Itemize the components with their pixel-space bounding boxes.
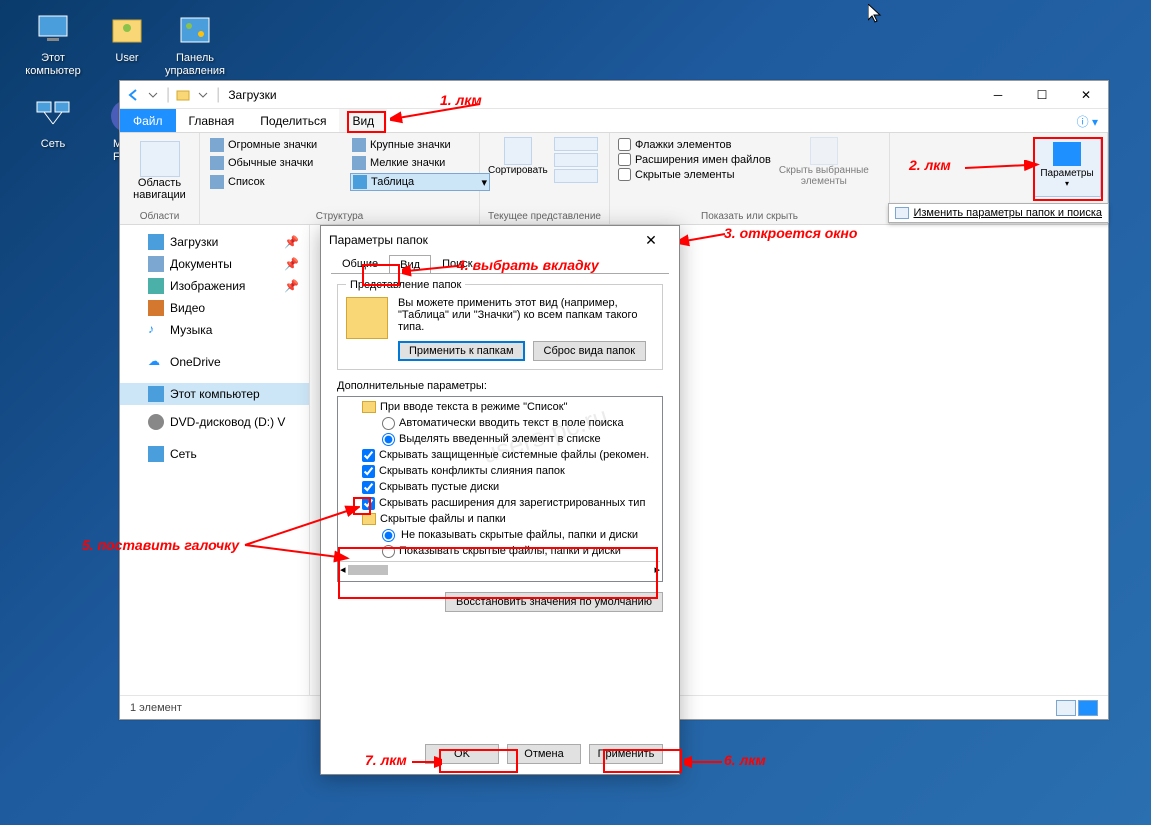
dialog-title: Параметры папок (329, 233, 428, 247)
chevron-down-icon[interactable] (196, 88, 210, 102)
size-icon[interactable] (554, 169, 598, 183)
ribbon-group-nav: Область навигации Области (120, 133, 200, 224)
close-button[interactable]: ✕ (1064, 81, 1108, 109)
menu-home[interactable]: Главная (176, 109, 248, 132)
monitor-icon (33, 10, 73, 50)
nav-video[interactable]: Видео (120, 297, 309, 319)
radio-hidden-no[interactable] (382, 529, 395, 542)
ribbon-group-current: Сортировать Текущее представление (480, 133, 610, 224)
menu-file[interactable]: Файл (120, 109, 176, 132)
view-toggle-details[interactable] (1056, 700, 1076, 716)
advanced-tree[interactable]: При вводе текста в режиме "Список" Автом… (337, 396, 663, 582)
window-title: Загрузки (228, 88, 276, 102)
options-icon (1053, 142, 1081, 166)
folder-view-fieldset: Представление папок Вы можете применить … (337, 284, 663, 370)
check-hide-empty[interactable] (362, 481, 375, 494)
radio-highlight[interactable] (382, 433, 395, 446)
apply-to-folders-button[interactable]: Применить к папкам (398, 341, 525, 361)
menu-view[interactable]: Вид (339, 109, 387, 132)
nav-documents[interactable]: Документы📌 (120, 253, 309, 275)
dialog-tabs: Общие Вид Поиск (321, 254, 679, 273)
check-hidden[interactable] (618, 168, 631, 181)
check-item-boxes[interactable] (618, 138, 631, 151)
folder-icon (176, 88, 190, 102)
nav-pane: Загрузки📌 Документы📌 Изображения📌 Видео … (120, 225, 310, 695)
dialog-close-button[interactable]: ✕ (631, 232, 671, 249)
ribbon-group-showhide: Флажки элементов Расширения имен файлов … (610, 133, 890, 224)
tab-search[interactable]: Поиск (431, 254, 483, 273)
desktop-icon-network[interactable]: Сеть (18, 96, 88, 151)
maximize-button[interactable]: ☐ (1020, 81, 1064, 109)
nav-network[interactable]: Сеть (120, 443, 309, 465)
desktop-icon-user[interactable]: User (92, 10, 162, 65)
nav-images[interactable]: Изображения📌 (120, 275, 309, 297)
anno-6: 6. лкм (724, 752, 766, 768)
ribbon: Область навигации Области Огромные значк… (120, 133, 1108, 225)
ribbon-group-layout: Огромные значки Крупные значки Обычные з… (200, 133, 480, 224)
view-huge[interactable]: Огромные значки (208, 137, 348, 153)
group-row-icon[interactable] (554, 137, 598, 151)
view-large[interactable]: Крупные значки (350, 137, 490, 153)
cancel-button[interactable]: Отмена (507, 744, 581, 764)
columns-icon[interactable] (554, 153, 598, 167)
dialog-titlebar: Параметры папок ✕ (321, 226, 679, 254)
network-icon (33, 96, 73, 136)
radio-hidden-yes[interactable] (382, 545, 395, 558)
reset-folders-button[interactable]: Сброс вида папок (533, 341, 647, 361)
check-hide-sys[interactable] (362, 449, 375, 462)
view-small[interactable]: Мелкие значки (350, 155, 490, 171)
restore-defaults-button[interactable]: Восстановить значения по умолчанию (445, 592, 663, 612)
radio-auto-text[interactable] (382, 417, 395, 430)
folder-view-icon (346, 297, 388, 339)
tab-general[interactable]: Общие (331, 254, 389, 273)
view-table[interactable]: Таблица▾ (350, 173, 490, 191)
tab-view[interactable]: Вид (389, 255, 431, 274)
control-panel-icon (175, 10, 215, 50)
minimize-button[interactable]: ─ (976, 81, 1020, 109)
dialog-buttons: OK Отмена Применить (321, 744, 679, 764)
view-list[interactable]: Список (208, 173, 348, 191)
check-hide-conflict[interactable] (362, 465, 375, 478)
help-dropdown[interactable]: ⓘ ▾ (1067, 109, 1108, 132)
view-medium[interactable]: Обычные значки (208, 155, 348, 171)
nav-thispc[interactable]: Этот компьютер (120, 383, 309, 405)
nav-pane-icon[interactable] (140, 141, 180, 177)
options-button[interactable]: Параметры ▾ (1033, 137, 1101, 197)
explorer-menu: Файл Главная Поделиться Вид ⓘ ▾ (120, 109, 1108, 133)
view-toggle-icons[interactable] (1078, 700, 1098, 716)
cursor-icon (868, 4, 882, 24)
nav-onedrive[interactable]: ☁OneDrive (120, 351, 309, 373)
folder-options-dialog: Параметры папок ✕ Общие Вид Поиск Предст… (320, 225, 680, 775)
nav-downloads[interactable]: Загрузки📌 (120, 231, 309, 253)
status-text: 1 элемент (130, 702, 182, 714)
desktop-icon-this-pc[interactable]: Этот компьютер (18, 10, 88, 78)
hide-selected-button: Скрыть выбранные элементы (779, 165, 869, 187)
advanced-label: Дополнительные параметры: (337, 380, 663, 392)
nav-pane-label[interactable]: Область навигации (128, 177, 191, 201)
back-arrow-icon[interactable] (126, 88, 140, 102)
chevron-down-icon[interactable] (146, 88, 160, 102)
apply-button[interactable]: Применить (589, 744, 663, 764)
options-tooltip: Изменить параметры папок и поиска (888, 203, 1109, 223)
check-extensions[interactable] (618, 153, 631, 166)
ok-button[interactable]: OK (425, 744, 499, 764)
explorer-titlebar: | | Загрузки ─ ☐ ✕ (120, 81, 1108, 109)
desktop-icon-control-panel[interactable]: Панель управления (160, 10, 230, 78)
check-hide-ext[interactable] (362, 497, 375, 510)
menu-share[interactable]: Поделиться (247, 109, 339, 132)
nav-music[interactable]: ♪Музыка (120, 319, 309, 341)
ribbon-group-params: Параметры ▾ Изменить параметры папок и п… (890, 133, 1108, 224)
nav-dvd[interactable]: DVD-дисковод (D:) V (120, 411, 309, 433)
sort-button[interactable]: Сортировать (488, 165, 548, 176)
folder-view-text: Вы можете применить этот вид (например, … (398, 297, 654, 333)
user-folder-icon (107, 10, 147, 50)
